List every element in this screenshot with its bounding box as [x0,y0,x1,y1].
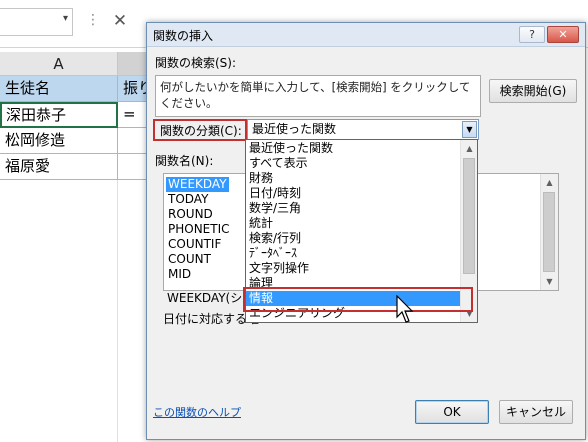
cancel-entry-icon[interactable]: ✕ [100,8,140,34]
close-button[interactable]: ✕ [547,26,579,43]
scroll-thumb[interactable] [543,192,555,272]
category-option[interactable]: 最近使った関数 [249,141,333,156]
column-header-a[interactable]: A [0,52,118,76]
category-option[interactable]: 財務 [249,171,273,186]
cell-a3[interactable]: 松岡修造 [0,128,118,154]
category-select[interactable]: 最近使った関数 ▼ [247,119,479,140]
search-start-button[interactable]: 検索開始(G) [489,79,577,103]
search-input[interactable]: 何がしたいかを簡単に入力して、[検索開始] をクリックしてください。 [155,75,481,117]
category-option[interactable]: すべて表示 [249,156,308,171]
category-label-highlight [153,119,247,141]
chevron-down-icon[interactable]: ▾ [63,13,68,24]
search-label: 関数の検索(S): [155,56,237,70]
mouse-cursor-icon [396,295,414,323]
function-item[interactable]: PHONETIC [168,222,230,237]
category-option[interactable]: 検索/行列 [249,231,301,246]
category-selected-value: 最近使った関数 [252,122,337,136]
scroll-up-icon[interactable]: ▲ [541,174,558,191]
function-item[interactable]: ROUND [168,207,213,222]
function-signature: WEEKDAY(シリ [167,291,255,305]
category-option[interactable]: 文字列操作 [249,261,309,276]
dropdown-arrow-icon[interactable]: ▼ [462,121,477,138]
function-item-selected[interactable]: WEEKDAY [166,177,229,192]
function-name-label: 関数名(N): [155,154,214,168]
ok-button[interactable]: OK [415,400,489,424]
dialog-title: 関数の挿入 [153,29,214,43]
scroll-down-icon[interactable]: ▼ [541,273,558,290]
function-list-scrollbar[interactable]: ▲ ▼ [540,174,558,290]
category-option[interactable]: 日付/時刻 [249,186,301,201]
category-option[interactable]: ﾃﾞｰﾀﾍﾞｰｽ [249,246,297,261]
formula-bar-separator: ⋮ [86,12,100,28]
category-option[interactable]: 数学/三角 [249,201,301,216]
function-item[interactable]: COUNTIF [168,237,221,252]
cell-a1[interactable]: 生徒名 [0,76,118,102]
dialog-titlebar[interactable]: 関数の挿入 ? ✕ [147,23,585,47]
function-help-link[interactable]: この関数のヘルプ [153,404,241,420]
info-option-highlight [243,287,473,312]
category-option[interactable]: 統計 [249,216,273,231]
function-item[interactable]: TODAY [168,192,208,207]
cell-a2[interactable]: 深田恭子 [0,102,118,128]
function-item[interactable]: MID [168,267,191,282]
function-item[interactable]: COUNT [168,252,211,267]
grid-line [117,180,118,442]
help-button[interactable]: ? [519,26,545,43]
name-box[interactable]: ▾ [0,8,73,36]
scroll-thumb[interactable] [463,158,475,274]
scroll-up-icon[interactable]: ▲ [461,140,478,157]
cell-a4[interactable]: 福原愛 [0,154,118,180]
cancel-button[interactable]: キャンセル [499,400,573,424]
